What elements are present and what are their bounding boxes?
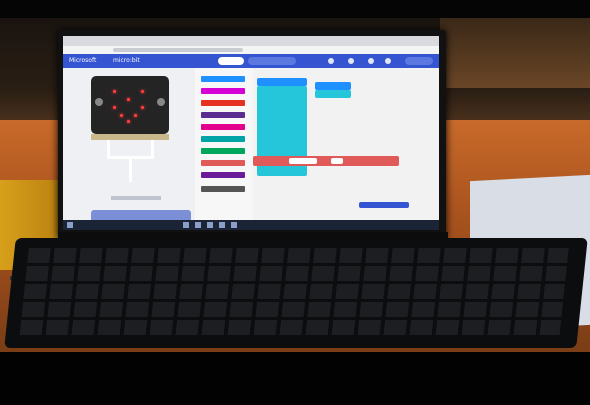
- letterbox-bottom: [0, 352, 590, 405]
- javascript-tab: [248, 57, 296, 65]
- led: [141, 106, 144, 109]
- photo-scene: Microsoft micro:bit: [0, 0, 590, 405]
- microsoft-logo: Microsoft: [69, 57, 97, 64]
- login-button: [405, 57, 433, 65]
- url-field: [113, 48, 243, 52]
- led: [127, 98, 130, 101]
- background-shelf: [440, 18, 590, 88]
- letterbox-top: [0, 0, 590, 18]
- simulator-panel: [63, 68, 195, 230]
- category-input: [201, 88, 245, 94]
- start-icon: [67, 222, 73, 228]
- microbit-board: [91, 76, 169, 134]
- home-icon: [328, 58, 334, 64]
- button-b: [157, 98, 165, 106]
- keyboard-rows: [19, 248, 569, 336]
- taskbar-icon: [231, 222, 237, 228]
- led: [113, 106, 116, 109]
- keyboard: [4, 238, 588, 348]
- led: [141, 90, 144, 93]
- taskbar-icon: [183, 222, 189, 228]
- block-workspace: [253, 68, 439, 230]
- monitor-screen: Microsoft micro:bit: [63, 36, 439, 230]
- category-loops: [201, 136, 245, 142]
- led: [127, 120, 130, 123]
- taskbar-icon: [207, 222, 213, 228]
- category-led: [201, 112, 245, 118]
- led: [134, 114, 137, 117]
- category-basic: [201, 76, 245, 82]
- gear-icon: [385, 58, 391, 64]
- undo-redo-bar: [359, 202, 409, 208]
- taskbar-icon: [219, 222, 225, 228]
- value-field: [331, 158, 343, 164]
- windows-taskbar: [63, 220, 439, 230]
- variable-block: [253, 156, 399, 166]
- pause-block: [315, 90, 351, 98]
- led: [113, 90, 116, 93]
- category-radio: [201, 124, 245, 130]
- category-math: [201, 172, 245, 178]
- help-icon: [368, 58, 374, 64]
- wire: [129, 158, 132, 182]
- led: [120, 114, 123, 117]
- browser-address-bar: [63, 46, 439, 54]
- block-toolbox: [195, 68, 253, 230]
- share-icon: [348, 58, 354, 64]
- category-logic: [201, 148, 245, 154]
- value-field: [289, 158, 317, 164]
- forever-block: [315, 82, 351, 90]
- makecode-header: Microsoft micro:bit: [63, 54, 439, 68]
- on-start-block: [257, 78, 307, 86]
- simulator-tab: [218, 57, 244, 65]
- category-music: [201, 100, 245, 106]
- category-advanced: [201, 186, 245, 192]
- browser-tab-bar: [63, 36, 439, 46]
- simulator-controls: [111, 196, 161, 200]
- taskbar-icon: [195, 222, 201, 228]
- button-a: [95, 98, 103, 106]
- category-variables: [201, 160, 245, 166]
- edge-connector: [91, 134, 169, 140]
- microbit-logo: micro:bit: [113, 57, 140, 64]
